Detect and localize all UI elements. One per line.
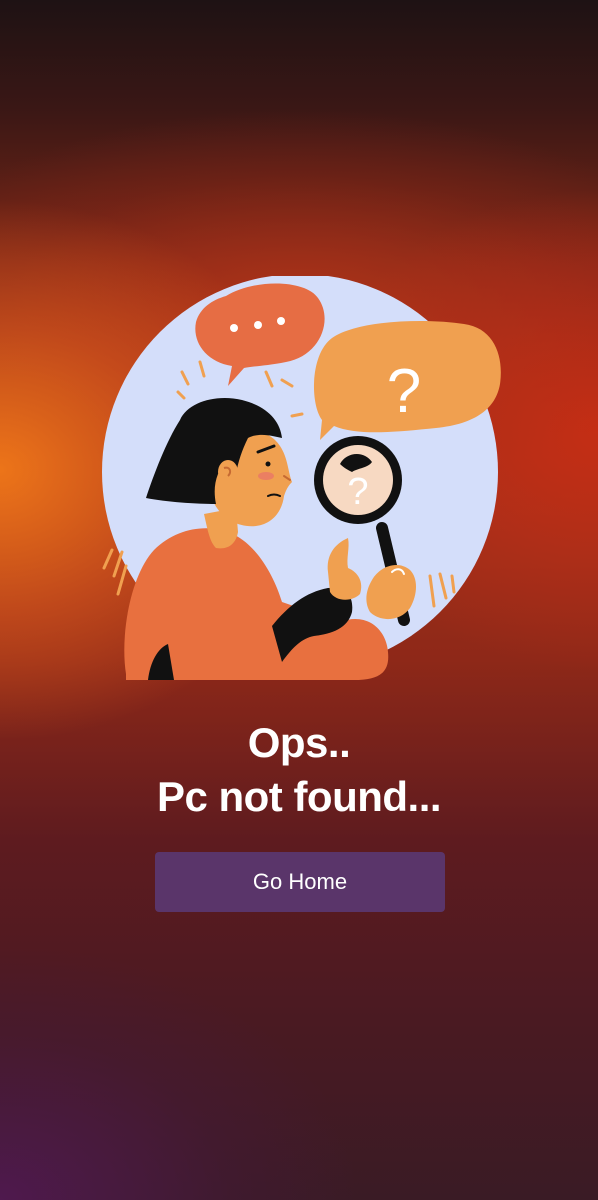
- message-line-2: Pc not found...: [156, 773, 442, 820]
- svg-text:?: ?: [347, 471, 368, 513]
- message-line-1: Ops..: [247, 719, 351, 766]
- go-home-button[interactable]: Go Home: [155, 852, 445, 912]
- svg-text:?: ?: [387, 357, 421, 426]
- not-found-message: Ops.. Pc not found...: [0, 716, 598, 824]
- not-found-illustration: ? ?: [96, 274, 506, 686]
